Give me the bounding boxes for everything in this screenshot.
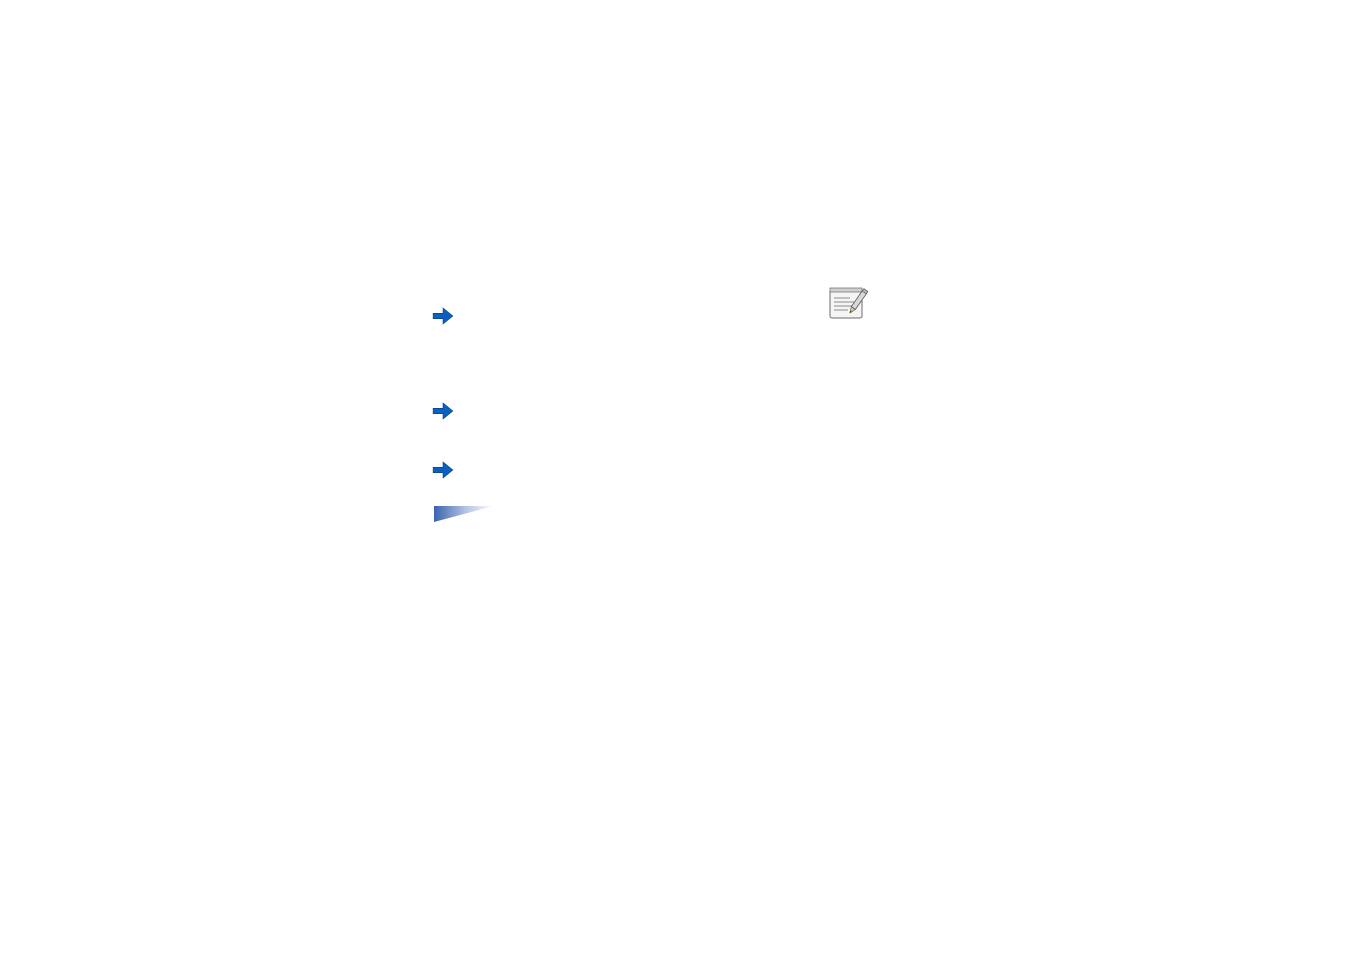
arrow-right-icon <box>432 461 454 479</box>
page-canvas <box>0 0 1351 954</box>
triangle-gradient-icon <box>434 506 494 522</box>
arrow-right-icon <box>432 402 454 420</box>
notepad-edit-icon <box>828 286 872 322</box>
arrow-right-icon <box>432 307 454 325</box>
